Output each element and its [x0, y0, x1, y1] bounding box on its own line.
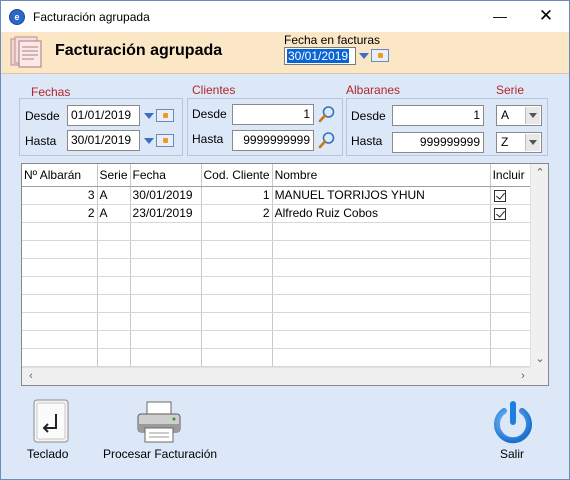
empty-row	[22, 258, 533, 277]
cliente-cell: 1	[201, 186, 273, 205]
albaranes-hasta-label: Hasta	[351, 134, 383, 148]
chevron-down-icon	[144, 138, 154, 144]
calendar-icon	[156, 109, 174, 122]
horizontal-scrollbar[interactable]: ‹ ›	[22, 367, 532, 385]
invoices-icon	[10, 36, 42, 68]
nombre-cell: Alfredo Ruiz Cobos	[272, 204, 491, 223]
title-bar: e Facturación agrupada — ✕	[1, 1, 569, 32]
clientes-desde-input[interactable]: 1	[232, 104, 314, 125]
albaranes-section-label: Albaranes	[346, 83, 401, 97]
window-title: Facturación agrupada	[33, 10, 150, 24]
teclado-button[interactable]: Teclado	[19, 396, 83, 466]
procesar-facturacion-button[interactable]: Procesar Facturación	[99, 396, 223, 466]
empty-row	[22, 240, 533, 259]
salir-label: Salir	[500, 447, 525, 461]
column-header[interactable]: Cod. Cliente	[201, 164, 273, 187]
search-icon[interactable]	[318, 131, 336, 149]
app-icon: e	[9, 9, 25, 25]
search-icon[interactable]	[318, 105, 336, 123]
empty-row	[22, 222, 533, 241]
fecha-facturas-label: Fecha en facturas	[284, 33, 381, 47]
albaranes-desde-input[interactable]: 1	[392, 105, 484, 126]
serie-hasta-value: Z	[501, 135, 509, 149]
incluir-checkbox[interactable]	[493, 189, 506, 202]
scroll-up-icon[interactable]: ⌃	[532, 165, 548, 181]
empty-row	[22, 294, 533, 313]
serie-section-label: Serie	[496, 83, 525, 97]
fecha-cell: 30/01/2019	[130, 186, 202, 205]
header-band: Facturación agrupada Fecha en facturas 3…	[1, 32, 569, 74]
empty-row	[22, 330, 533, 349]
column-header[interactable]: Fecha	[130, 164, 202, 187]
incluir-cell	[490, 204, 533, 223]
column-header[interactable]: Serie	[97, 164, 131, 187]
serie-hasta-select[interactable]: Z	[496, 132, 542, 153]
clientes-hasta-input[interactable]: 9999999999	[232, 130, 314, 151]
window: e Facturación agrupada — ✕ Facturación a…	[0, 0, 570, 480]
albaran-cell: 3	[22, 186, 98, 205]
scrollbar-corner	[530, 367, 548, 385]
chevron-down-icon	[144, 113, 154, 119]
keyboard-enter-icon	[33, 399, 69, 443]
printer-icon	[137, 401, 181, 443]
serie-desde-value: A	[501, 108, 510, 122]
fecha-facturas-input[interactable]: 30/01/2019	[284, 47, 356, 65]
column-header[interactable]: Incluir	[490, 164, 533, 187]
chevron-down-icon	[359, 53, 369, 59]
incluir-cell	[490, 186, 533, 205]
fechas-hasta-calendar-button[interactable]	[142, 132, 176, 150]
fechas-hasta-input[interactable]: 30/01/2019	[67, 130, 140, 151]
clientes-desde-label: Desde	[192, 107, 227, 121]
albaranes-table[interactable]: Nº Albarán Serie Fecha Cod. Cliente Nomb…	[21, 163, 549, 386]
empty-row	[22, 312, 533, 331]
fechas-hasta-label: Hasta	[25, 134, 57, 148]
fecha-facturas-value: 30/01/2019	[287, 49, 350, 63]
serie-desde-select[interactable]: A	[496, 105, 542, 126]
table-row[interactable]: 2 A 23/01/2019 2 Alfredo Ruiz Cobos	[22, 204, 533, 223]
fechas-desde-input[interactable]: 01/01/2019	[67, 105, 140, 126]
scroll-left-icon[interactable]: ‹	[23, 368, 39, 384]
procesar-facturacion-label: Procesar Facturación	[103, 447, 218, 461]
chevron-down-icon	[525, 134, 540, 151]
column-header[interactable]: Nº Albarán	[22, 164, 98, 187]
page-title: Facturación agrupada	[55, 42, 223, 59]
fecha-facturas-calendar-button[interactable]	[357, 47, 391, 65]
scroll-down-icon[interactable]: ⌄	[532, 351, 548, 367]
fechas-section-label: Fechas	[31, 85, 71, 99]
teclado-label: Teclado	[27, 447, 69, 461]
nombre-cell: MANUEL TORRIJOS YHUN	[272, 186, 491, 205]
calendar-icon	[156, 134, 174, 147]
scroll-right-icon[interactable]: ›	[515, 368, 531, 384]
table-row[interactable]: 3 A 30/01/2019 1 MANUEL TORRIJOS YHUN	[22, 186, 533, 205]
fechas-desde-label: Desde	[25, 109, 60, 123]
albaran-cell: 2	[22, 204, 98, 223]
column-header[interactable]: Nombre	[272, 164, 491, 187]
close-button[interactable]: ✕	[523, 1, 569, 32]
empty-row	[22, 276, 533, 295]
clientes-hasta-label: Hasta	[192, 132, 224, 146]
albaranes-hasta-input[interactable]: 999999999	[392, 132, 484, 153]
fecha-cell: 23/01/2019	[130, 204, 202, 223]
vertical-scrollbar[interactable]: ⌃ ⌄	[530, 164, 548, 368]
minimize-button[interactable]: —	[477, 1, 523, 32]
salir-button[interactable]: Salir	[485, 396, 541, 466]
fechas-desde-calendar-button[interactable]	[142, 107, 176, 125]
cliente-cell: 2	[201, 204, 273, 223]
table: Nº Albarán Serie Fecha Cod. Cliente Nomb…	[22, 164, 533, 367]
power-icon	[494, 401, 532, 444]
chevron-down-icon	[525, 107, 540, 124]
albaranes-desde-label: Desde	[351, 109, 386, 123]
incluir-checkbox[interactable]	[493, 207, 506, 220]
table-header-row: Nº Albarán Serie Fecha Cod. Cliente Nomb…	[22, 164, 533, 187]
empty-row	[22, 348, 533, 367]
serie-cell: A	[97, 204, 131, 223]
calendar-icon	[371, 49, 389, 62]
serie-cell: A	[97, 186, 131, 205]
clientes-section-label: Clientes	[192, 83, 236, 97]
